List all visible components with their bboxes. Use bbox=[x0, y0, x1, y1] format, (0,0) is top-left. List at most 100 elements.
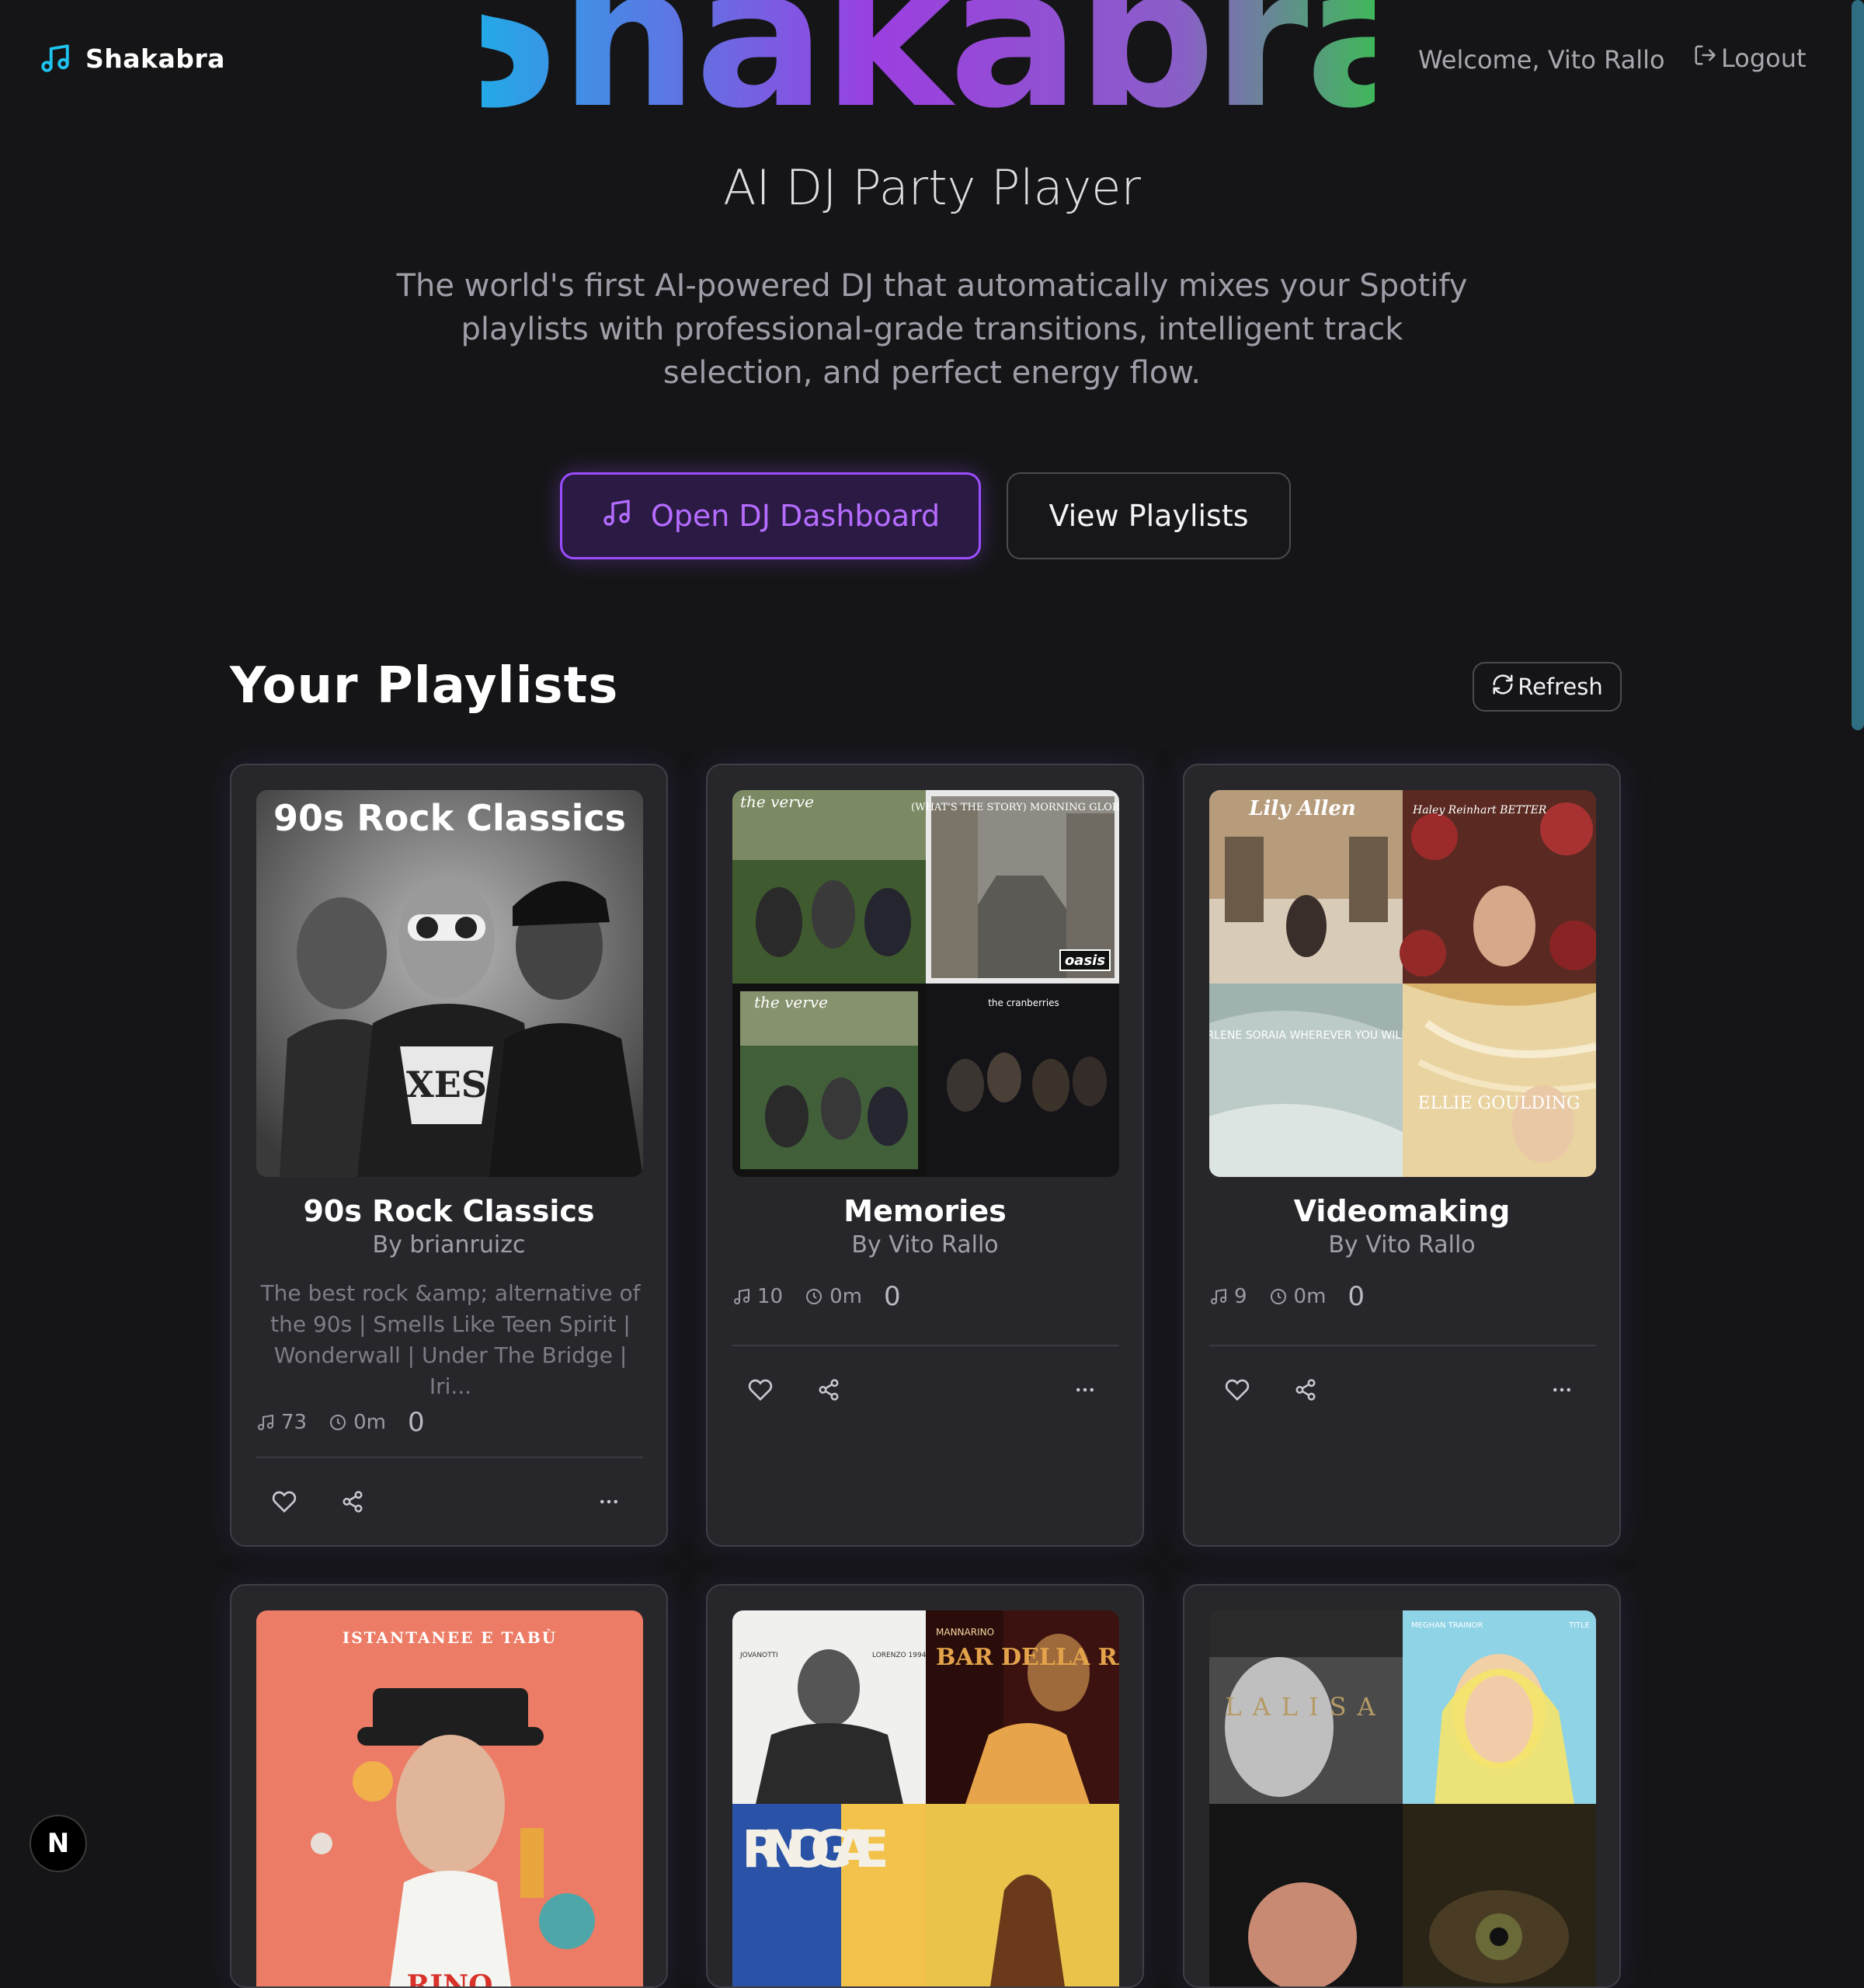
playlist-title: 90s Rock Classics bbox=[303, 1194, 595, 1228]
duration: 0m bbox=[1269, 1285, 1327, 1308]
heart-icon bbox=[748, 1379, 773, 1401]
album-text: Haley Reinhart BETTER bbox=[1412, 804, 1547, 816]
ellipsis-icon bbox=[1076, 1387, 1094, 1392]
refresh-label: Refresh bbox=[1518, 674, 1603, 700]
like-button[interactable] bbox=[263, 1480, 306, 1523]
playlist-cover: Lily Allen Haley Reinhart BETTER CHARLEN… bbox=[1209, 790, 1596, 1177]
clock-icon bbox=[1270, 1289, 1286, 1304]
playlist-description: The best rock &amp; alternative of the 9… bbox=[260, 1280, 641, 1399]
logout-label: Logout bbox=[1721, 44, 1807, 73]
welcome-text: Welcome, Vito Rallo bbox=[1418, 45, 1665, 75]
share-button[interactable] bbox=[1284, 1368, 1327, 1412]
music-note-icon bbox=[734, 1288, 749, 1304]
playlist-card[interactable]: the verve (WHAT'S THE STORY) MORNING GLO… bbox=[706, 764, 1144, 1547]
open-dj-dashboard-label: Open DJ Dashboard bbox=[650, 499, 941, 533]
playlist-stats: 10 0m 0 bbox=[732, 1281, 901, 1312]
dev-tools-badge[interactable]: N bbox=[30, 1815, 87, 1872]
album-text: CHARLENE SORAIA WHEREVER YOU WILL GO bbox=[1209, 1029, 1428, 1042]
album-text: the cranberries bbox=[988, 997, 1059, 1008]
track-count-value: 73 bbox=[281, 1411, 308, 1434]
cover-title: 90s Rock Classics bbox=[273, 797, 626, 839]
playlist-cover: XES 90s Rock Classics bbox=[256, 790, 643, 1177]
section-title: Your Playlists bbox=[230, 657, 619, 715]
more-options-button[interactable] bbox=[1063, 1368, 1107, 1412]
track-count-value: 10 bbox=[757, 1285, 784, 1308]
card-actions bbox=[732, 1368, 1119, 1415]
share-button[interactable] bbox=[807, 1368, 850, 1412]
track-count-value: 9 bbox=[1234, 1285, 1247, 1308]
scrollbar-thumb[interactable] bbox=[1852, 0, 1864, 730]
dev-tools-badge-label: N bbox=[47, 1828, 70, 1859]
more-options-button[interactable] bbox=[587, 1480, 631, 1523]
playlist-card[interactable]: JOVANOTTI LORENZO 1994 MANNARINO BAR DEL… bbox=[706, 1584, 1144, 1988]
playlist-card[interactable]: XES 90s Rock Classics 90s Rock Classics … bbox=[230, 764, 668, 1547]
playlist-title: Memories bbox=[843, 1194, 1007, 1228]
playlist-cover: JOVANOTTI LORENZO 1994 MANNARINO BAR DEL… bbox=[732, 1610, 1119, 1986]
share-icon bbox=[343, 1491, 363, 1513]
scrollbar-track[interactable] bbox=[1852, 0, 1864, 1902]
album-text: (WHAT'S THE STORY) MORNING GLORY ? bbox=[911, 802, 1119, 813]
more-options-button[interactable] bbox=[1540, 1368, 1584, 1412]
playlist-owner: By Vito Rallo bbox=[851, 1231, 999, 1259]
album-text: LALISA bbox=[1225, 1692, 1386, 1722]
ellipsis-icon bbox=[600, 1499, 617, 1504]
svg-text:XES: XES bbox=[406, 1064, 487, 1105]
divider bbox=[256, 1457, 643, 1458]
playlist-cover: the verve (WHAT'S THE STORY) MORNING GLO… bbox=[732, 790, 1119, 1177]
logout-button[interactable]: Logout bbox=[1693, 44, 1807, 73]
album-text: BAR DELLA RABBIA bbox=[936, 1644, 1119, 1671]
playlist-cover: LALISA MEGHAN TRAINOR TITLE bbox=[1209, 1610, 1596, 1986]
duration: 0m bbox=[805, 1285, 862, 1308]
share-icon bbox=[1295, 1379, 1316, 1401]
album-text: MEGHAN TRAINOR bbox=[1411, 1621, 1483, 1630]
track-count: 9 bbox=[1209, 1285, 1247, 1308]
view-playlists-label: View Playlists bbox=[1048, 499, 1249, 533]
view-playlists-button[interactable]: View Playlists bbox=[1007, 472, 1291, 559]
playlist-owner: By Vito Rallo bbox=[1328, 1231, 1476, 1259]
refresh-icon bbox=[1491, 673, 1514, 702]
playlist-cover: ISTANTANEE E TABÙ RINO bbox=[256, 1610, 643, 1988]
ellipsis-icon bbox=[1553, 1387, 1570, 1392]
music-note-icon bbox=[39, 42, 71, 75]
album-text: TITLE bbox=[1568, 1621, 1590, 1630]
duration-value: 0m bbox=[829, 1285, 862, 1308]
card-actions bbox=[1209, 1368, 1596, 1415]
share-icon bbox=[819, 1379, 839, 1401]
heart-icon bbox=[272, 1491, 297, 1513]
playlist-card[interactable]: ISTANTANEE E TABÙ RINO bbox=[230, 1584, 668, 1988]
duration-value: 0m bbox=[353, 1411, 386, 1434]
like-button[interactable] bbox=[739, 1368, 782, 1412]
album-text: the verve bbox=[740, 792, 814, 811]
refresh-button[interactable]: Refresh bbox=[1473, 662, 1622, 712]
logout-icon bbox=[1693, 44, 1716, 73]
clock-icon bbox=[330, 1415, 346, 1430]
share-button[interactable] bbox=[331, 1480, 374, 1523]
album-text: LORENZO 1994 bbox=[872, 1652, 927, 1659]
album-text: ELLIE GOULDING bbox=[1418, 1094, 1581, 1113]
hero-tagline: The world's first AI-powered DJ that aut… bbox=[396, 268, 1468, 391]
album-text: oasis bbox=[1065, 952, 1105, 969]
album-text: the verve bbox=[754, 993, 828, 1011]
like-button[interactable] bbox=[1215, 1368, 1259, 1412]
playlist-stats: 9 0m 0 bbox=[1209, 1281, 1365, 1312]
clock-icon bbox=[806, 1289, 822, 1304]
open-dj-dashboard-button[interactable]: Open DJ Dashboard bbox=[560, 472, 981, 559]
brand-link[interactable]: Shakabra bbox=[39, 42, 225, 75]
hero-wordmark: Shakabra bbox=[482, 0, 1375, 109]
playlist-card[interactable]: LALISA MEGHAN TRAINOR TITLE bbox=[1183, 1584, 1621, 1988]
music-note-icon bbox=[1211, 1288, 1226, 1304]
music-note-icon bbox=[601, 497, 632, 535]
duration: 0m bbox=[329, 1411, 386, 1434]
playlist-stats: 73 0m 0 bbox=[256, 1407, 425, 1438]
cover-title: ISTANTANEE E TABÙ bbox=[343, 1628, 557, 1647]
duration-value: 0m bbox=[1293, 1285, 1327, 1308]
hero-subtitle: AI DJ Party Player bbox=[723, 159, 1141, 216]
track-count: 10 bbox=[732, 1285, 783, 1308]
cover-subtitle: RINO bbox=[406, 1969, 492, 1988]
heart-icon bbox=[1225, 1379, 1250, 1401]
card-actions bbox=[256, 1480, 643, 1527]
playlist-title: Videomaking bbox=[1293, 1194, 1511, 1228]
playlist-card[interactable]: Lily Allen Haley Reinhart BETTER CHARLEN… bbox=[1183, 764, 1621, 1547]
extra-count: 0 bbox=[1348, 1281, 1365, 1312]
divider bbox=[732, 1345, 1119, 1346]
